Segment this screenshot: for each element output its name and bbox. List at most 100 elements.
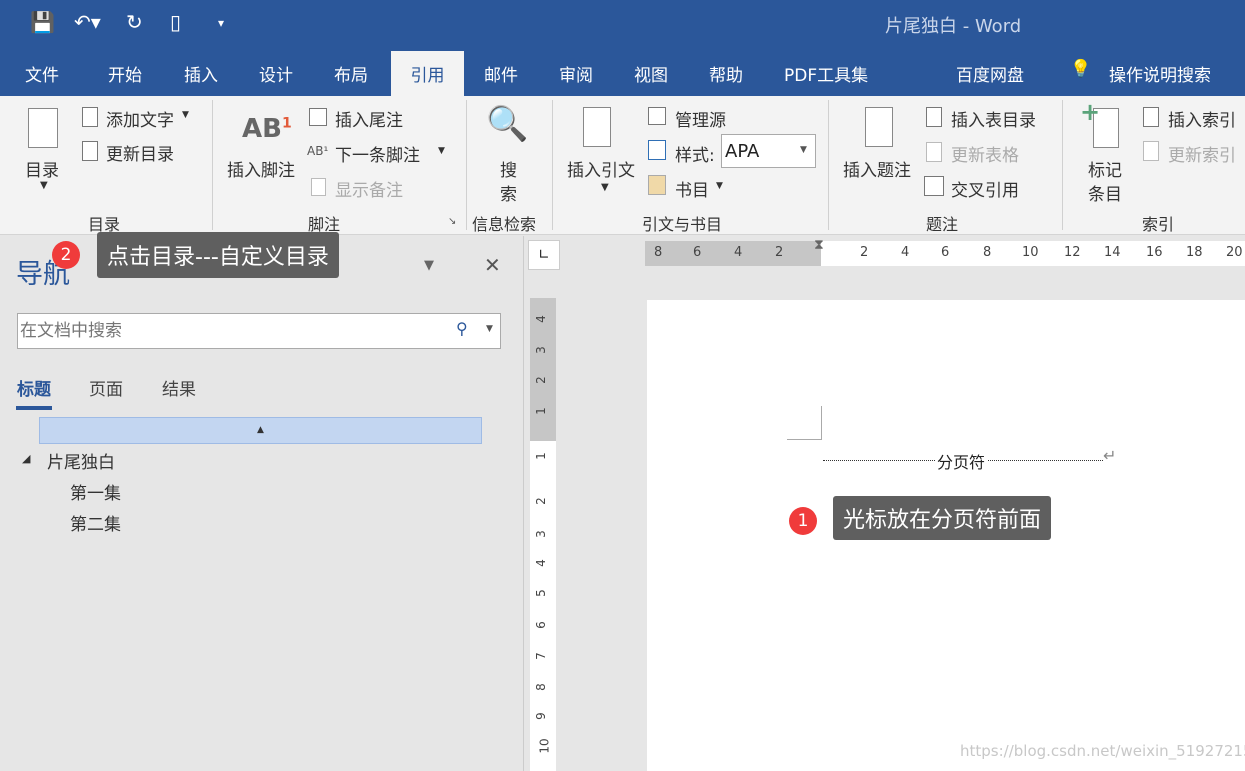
tell-me-search[interactable]: 操作说明搜索 [1109, 61, 1211, 86]
margin-corner-mark [787, 406, 822, 440]
nav-heading-item[interactable]: 第一集 [70, 479, 121, 504]
insert-caption-icon[interactable] [865, 107, 893, 147]
mark-entry-line1[interactable]: 标记 [1088, 156, 1122, 181]
tab-pdf-tools[interactable]: PDF工具集 [784, 61, 868, 86]
update-index-icon [1143, 141, 1159, 161]
add-text-button[interactable]: 添加文字 [106, 106, 174, 131]
style-value: APA [725, 141, 760, 162]
ruler-tick-label: 20 [1226, 245, 1243, 260]
nav-search-box[interactable]: ⚲ ▼ [17, 313, 501, 349]
save-icon[interactable]: 💾 [30, 10, 55, 34]
paragraph-mark-icon: ↵ [1103, 446, 1117, 465]
nav-search-input[interactable] [20, 318, 440, 344]
chevron-down-icon[interactable]: ▼ [182, 110, 189, 120]
style-icon [648, 140, 666, 160]
mark-entry-line2[interactable]: 条目 [1088, 180, 1122, 205]
bibliography-button[interactable]: 书目 [675, 176, 709, 201]
page-break-label: 分页符 [935, 449, 988, 473]
tab-home[interactable]: 开始 [108, 61, 142, 86]
insert-footnote-button[interactable]: 插入脚注 [227, 156, 295, 181]
manage-sources-button[interactable]: 管理源 [675, 106, 726, 131]
insert-citation-button[interactable]: 插入引文 [567, 156, 635, 181]
insert-endnote-button[interactable]: 插入尾注 [335, 106, 403, 131]
group-label-index: 索引 [1142, 215, 1175, 234]
group-label-research: 信息检索 [472, 215, 537, 234]
insert-footnote-icon: AB1 [242, 114, 292, 144]
search-button-line1[interactable]: 搜 [500, 156, 517, 181]
search-research-icon[interactable]: 🔍 [486, 104, 528, 144]
tab-baidu-netdisk[interactable]: 百度网盘 [956, 61, 1024, 86]
dialog-launcher-icon[interactable]: ↘ [448, 216, 456, 227]
collapse-all-bar[interactable]: ▲ [39, 417, 482, 444]
nav-tab-headings[interactable]: 标题 [17, 375, 51, 400]
ruler-tick-label: 1 [533, 452, 548, 460]
toc-button[interactable]: 目录 [25, 156, 59, 181]
ruler-tick-label: 6 [941, 245, 950, 260]
nav-heading-item[interactable]: 第二集 [70, 510, 121, 535]
nav-heading-item[interactable]: 片尾独白 [47, 448, 115, 473]
insert-index-button[interactable]: 插入索引 [1168, 106, 1236, 131]
ruler-tick-label: 10 [1022, 245, 1039, 260]
chevron-down-icon[interactable]: ▼ [40, 180, 48, 191]
ruler-tick-label: 1 [533, 407, 548, 415]
insert-index-icon [1143, 107, 1159, 127]
close-icon[interactable]: ✕ [484, 253, 501, 277]
chevron-down-icon[interactable]: ▼ [486, 324, 493, 334]
tab-help[interactable]: 帮助 [709, 61, 743, 86]
touch-mode-icon[interactable]: ▯ [170, 10, 181, 34]
tab-view[interactable]: 视图 [634, 61, 668, 86]
tab-mailings[interactable]: 邮件 [484, 61, 518, 86]
tab-references[interactable]: 引用 [391, 51, 464, 97]
cross-reference-icon [924, 176, 944, 196]
nav-options-chevron-icon[interactable]: ▼ [424, 258, 434, 273]
customize-quick-access-icon[interactable]: ▾ [218, 16, 224, 30]
ruler-tick-label: 7 [533, 652, 548, 660]
redo-icon[interactable]: ↻ [126, 10, 143, 34]
watermark: https://blog.csdn.net/weixin_51927215 [960, 742, 1245, 760]
cross-reference-button[interactable]: 交叉引用 [951, 176, 1019, 201]
update-toc-button[interactable]: 更新目录 [106, 140, 174, 165]
ruler-tick-label: 4 [734, 245, 743, 260]
toc-icon[interactable] [28, 108, 58, 148]
ruler-tick-label: 4 [533, 559, 548, 567]
tab-layout[interactable]: 布局 [334, 61, 368, 86]
tab-insert[interactable]: 插入 [184, 61, 218, 86]
tab-review[interactable]: 审阅 [559, 61, 593, 86]
ruler-tick-label: 14 [1104, 245, 1121, 260]
ruler-tick-label: 8 [533, 683, 548, 691]
style-select[interactable]: APA ▼ [721, 134, 816, 168]
insert-table-of-figures-button[interactable]: 插入表目录 [951, 106, 1036, 131]
divider [212, 100, 213, 230]
show-notes-button[interactable]: 显示备注 [335, 176, 403, 201]
insert-citation-icon[interactable] [583, 107, 611, 147]
search-icon[interactable]: ⚲ [456, 319, 468, 338]
manage-sources-icon [648, 107, 666, 125]
step-badge-2: 2 [52, 241, 80, 269]
ruler-tick-label: 16 [1146, 245, 1163, 260]
callout-2: 点击目录---自定义目录 [97, 232, 339, 278]
tab-file[interactable]: 文件 [25, 61, 59, 86]
nav-tab-pages[interactable]: 页面 [89, 375, 123, 400]
chevron-down-icon[interactable]: ▼ [601, 182, 609, 193]
tab-selector-button[interactable]: ∟ [528, 240, 560, 270]
undo-icon[interactable]: ↶▾ [74, 10, 101, 34]
ruler-tick-label: 2 [533, 376, 548, 384]
group-label-citations: 引文与书目 [642, 215, 723, 234]
table-of-figures-icon [926, 107, 942, 127]
update-table-icon [926, 142, 942, 162]
nav-tab-results[interactable]: 结果 [162, 375, 196, 400]
ruler-tick-label: 9 [533, 712, 548, 720]
insert-caption-button[interactable]: 插入题注 [843, 156, 911, 181]
chevron-down-icon[interactable]: ▼ [716, 181, 723, 191]
tab-design[interactable]: 设计 [259, 61, 293, 86]
ruler-tick-label: 4 [533, 315, 548, 323]
search-button-line2[interactable]: 索 [500, 180, 517, 205]
indent-marker-icon[interactable]: ⧗ [814, 237, 824, 253]
collapse-triangle-icon[interactable]: ◢ [22, 452, 30, 465]
ruler-tick-label: 8 [654, 245, 663, 260]
update-table-button[interactable]: 更新表格 [951, 141, 1019, 166]
next-footnote-button[interactable]: 下一条脚注 [335, 141, 420, 166]
chevron-down-icon[interactable]: ▼ [438, 146, 445, 156]
ruler-margin [645, 241, 821, 266]
update-index-button[interactable]: 更新索引 [1168, 141, 1236, 166]
